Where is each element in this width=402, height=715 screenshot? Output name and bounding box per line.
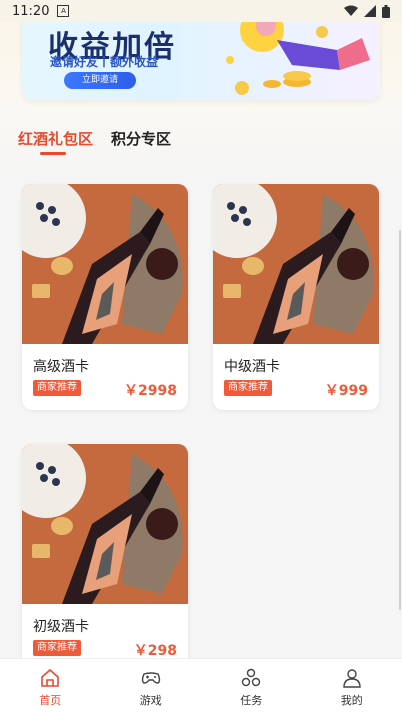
product-name: 初级酒卡: [33, 616, 89, 636]
tab-points[interactable]: 积分专区: [111, 128, 171, 155]
notification-icon: A: [57, 5, 69, 17]
recommend-badge: 商家推荐: [33, 640, 81, 656]
scrollbar[interactable]: [399, 230, 401, 610]
nav-label: 任务: [240, 692, 262, 708]
nav-label: 我的: [341, 692, 363, 708]
product-price: ￥2998: [124, 380, 177, 400]
task-icon: [240, 667, 262, 689]
wifi-icon: [344, 5, 358, 17]
user-icon: [341, 667, 363, 689]
product-card[interactable]: 中级酒卡 商家推荐 ￥999: [213, 184, 379, 410]
nav-item-home[interactable]: 首页: [0, 659, 101, 715]
product-card[interactable]: 初级酒卡 商家推荐 ￥298: [22, 444, 188, 670]
category-tabs: 红酒礼包区 积分专区: [18, 128, 171, 155]
product-card[interactable]: 高级酒卡 商家推荐 ￥2998: [22, 184, 188, 410]
signal-icon: [364, 5, 376, 17]
gamepad-icon: [140, 667, 162, 689]
invite-banner[interactable]: 收益加倍 邀请好友丨额外收益 立即邀请: [22, 10, 380, 100]
nav-item-task[interactable]: 任务: [201, 659, 302, 715]
banner-subtitle: 邀请好友丨额外收益: [50, 53, 158, 70]
product-name: 中级酒卡: [224, 356, 280, 376]
nav-item-game[interactable]: 游戏: [101, 659, 202, 715]
home-icon: [39, 667, 61, 689]
status-bar: 11:20 A: [0, 0, 402, 22]
recommend-badge: 商家推荐: [224, 380, 272, 396]
product-price: ￥999: [325, 380, 368, 400]
tab-wine-pack[interactable]: 红酒礼包区: [18, 128, 93, 155]
status-time: 11:20: [12, 4, 49, 19]
battery-icon: [382, 5, 390, 18]
wine-bottle-image: [22, 444, 188, 604]
bottom-nav: 首页 游戏 任务 我的: [0, 658, 402, 715]
invite-button[interactable]: 立即邀请: [64, 72, 136, 89]
product-price: ￥298: [134, 640, 177, 660]
wine-bottle-image: [22, 184, 188, 344]
wine-bottle-image: [213, 184, 379, 344]
banner-illustration-icon: [222, 10, 380, 100]
nav-item-mine[interactable]: 我的: [302, 659, 402, 715]
nav-label: 首页: [39, 692, 61, 708]
product-name: 高级酒卡: [33, 356, 89, 376]
recommend-badge: 商家推荐: [33, 380, 81, 396]
nav-label: 游戏: [140, 692, 162, 708]
